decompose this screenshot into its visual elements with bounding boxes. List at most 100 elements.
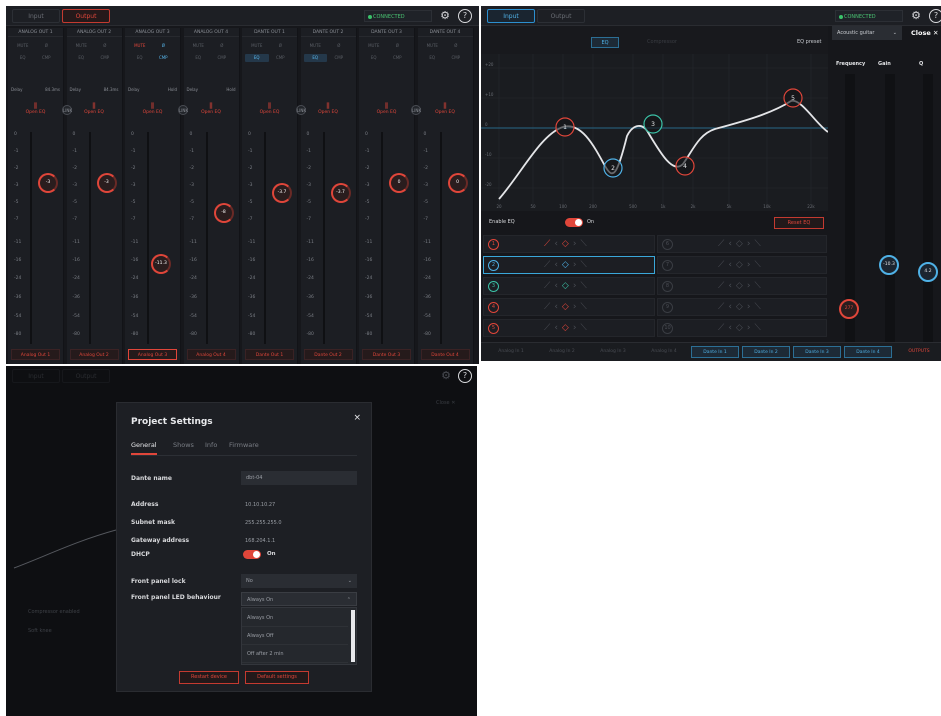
phase-invert-button[interactable]: Ø [35,42,59,50]
eq-enable-button[interactable]: EQ [187,54,211,62]
gain-slider[interactable] [885,74,895,354]
open-eq-button[interactable]: ⫼ Open EQ [188,100,235,118]
channel-name-button[interactable]: Analog Out 2 [69,349,119,360]
input-tab[interactable]: Analog In 2 [538,346,586,358]
compressor-enable-button[interactable]: CMP [152,54,176,62]
mute-button[interactable]: MUTE [304,42,328,50]
eq-enable-button[interactable]: EQ [128,54,152,62]
q-knob[interactable]: 4.2 [918,262,938,282]
low-pass-icon[interactable]: ‹ [554,281,562,291]
mute-button[interactable]: MUTE [187,42,211,50]
frequency-knob[interactable]: 277 [839,299,859,319]
mute-button[interactable]: MUTE [70,42,94,50]
level-knob[interactable]: -3.7 [272,183,292,203]
eq-band-handle[interactable]: 1 [555,117,575,137]
front-panel-lock-select[interactable]: No ⌄ [241,574,357,588]
level-knob[interactable]: 0 [389,173,409,193]
led-option[interactable]: Always Off [242,628,348,645]
open-eq-button[interactable]: ⫼ Open EQ [305,100,352,118]
eq-enable-button[interactable]: EQ [362,54,386,62]
eq-response-graph[interactable]: 20 50 100 200 500 1k 2k 5k 10k 22k +20 +10 0 -10 -20 1… [481,54,828,211]
phase-invert-button[interactable]: Ø [386,42,410,50]
input-tab[interactable]: Analog In 4 [640,346,688,358]
low-pass-icon[interactable]: ‹ [554,239,562,249]
default-settings-button[interactable]: Default settings [245,671,309,684]
phase-invert-button[interactable]: Ø [152,42,176,50]
open-eq-button[interactable]: ⫼ Open EQ [363,100,410,118]
peak-icon[interactable]: ◇ [562,323,573,333]
band-row[interactable]: 10 ⟋‹◇›⟍ [657,319,827,337]
channel-link-button[interactable]: LINK [411,105,421,115]
channel-name-button[interactable]: Analog Out 4 [186,349,236,360]
level-knob[interactable]: -3 [96,173,117,193]
channel-name-button[interactable]: Dante Out 2 [303,349,353,360]
level-knob[interactable]: -3 [38,173,58,193]
gear-icon[interactable]: ⚙ [438,9,452,23]
eq-enable-button[interactable]: EQ [421,54,445,62]
input-tab[interactable]: Analog In 3 [589,346,637,358]
tab-firmware[interactable]: Firmware [229,441,259,449]
band-row[interactable]: 5 ⟋‹◇›⟍ [483,319,655,337]
fader-track[interactable] [88,132,91,344]
compressor-enable-button[interactable]: CMP [93,54,117,62]
low-shelf-icon[interactable]: ⟋ [544,323,554,333]
compressor-enable-button[interactable]: CMP [269,54,293,62]
channel-name-button[interactable]: Analog Out 3 [128,349,177,360]
compressor-enable-button[interactable]: CMP [444,54,468,62]
dropdown-scrollbar[interactable] [351,610,355,662]
channel-name-button[interactable]: Dante Out 3 [362,349,411,360]
fader-track[interactable] [439,132,442,344]
band-row[interactable]: 8 ⟋‹◇›⟍ [657,277,827,295]
led-option[interactable]: Off after 2 min [242,646,348,663]
input-tab[interactable]: Analog In 1 [487,346,535,358]
low-shelf-icon[interactable]: ⟋ [544,302,554,312]
input-tab[interactable]: Dante In 2 [742,346,790,358]
phase-invert-button[interactable]: Ø [93,42,117,50]
q-slider[interactable] [923,74,933,354]
eq-enable-button[interactable]: EQ [70,54,94,62]
filter-shape-selector[interactable]: ⟋‹◇›⟍ [544,259,591,271]
front-panel-led-select[interactable]: Always On ⌃ [241,592,357,606]
fader-track[interactable] [381,132,383,344]
tab-general[interactable]: General [131,441,157,455]
eq-enable-button[interactable]: EQ [11,54,35,62]
open-eq-button[interactable]: ⫼ Open EQ [246,100,293,118]
eq-band-handle[interactable]: 4 [675,156,695,176]
help-icon[interactable]: ? [929,9,941,23]
mute-button[interactable]: MUTE [362,42,386,50]
level-knob[interactable]: 0 [447,173,468,193]
gain-knob[interactable]: -10.3 [879,255,899,275]
mute-button[interactable]: MUTE [245,42,269,50]
filter-shape-selector[interactable]: ⟋‹◇›⟍ [544,238,591,250]
mute-button[interactable]: MUTE [11,42,35,50]
compressor-enable-button[interactable]: CMP [327,54,351,62]
low-shelf-icon[interactable]: ⟋ [544,239,554,249]
low-shelf-icon[interactable]: ⟋ [544,281,554,291]
peak-icon[interactable]: ◇ [562,302,573,312]
input-tab[interactable]: OUTPUTS [895,346,941,358]
input-tab[interactable]: Dante In 3 [793,346,841,358]
fader-track[interactable] [147,132,149,344]
high-shelf-icon[interactable]: ⟍ [580,302,590,312]
reset-eq-button[interactable]: Reset EQ [774,217,824,229]
fader-track[interactable] [264,132,266,344]
level-knob[interactable]: -11.3 [151,254,171,274]
filter-shape-selector[interactable]: ⟋‹◇›⟍ [544,322,591,334]
input-tab[interactable]: Dante In 1 [691,346,739,358]
gear-icon[interactable]: ⚙ [909,9,923,23]
filter-shape-selector[interactable]: ⟋‹◇›⟍ [544,301,591,313]
band-row[interactable]: 1 ⟋‹◇›⟍ [483,235,655,253]
delay-readout[interactable]: Delay 84.3ms [70,86,119,94]
mute-button[interactable]: MUTE [421,42,445,50]
low-pass-icon[interactable]: ‹ [554,323,562,333]
mute-button[interactable]: MUTE [128,42,152,50]
high-shelf-icon[interactable]: ⟍ [580,323,590,333]
dante-name-input[interactable]: dbt-04 [241,471,357,485]
fader-track[interactable] [322,132,325,344]
level-knob[interactable]: -8 [213,203,234,223]
channel-name-button[interactable]: Analog Out 1 [11,349,60,360]
compressor-enable-button[interactable]: CMP [35,54,59,62]
dhcp-toggle[interactable] [243,550,261,559]
low-pass-icon[interactable]: ‹ [554,302,562,312]
tab-output[interactable]: Output [537,9,585,23]
